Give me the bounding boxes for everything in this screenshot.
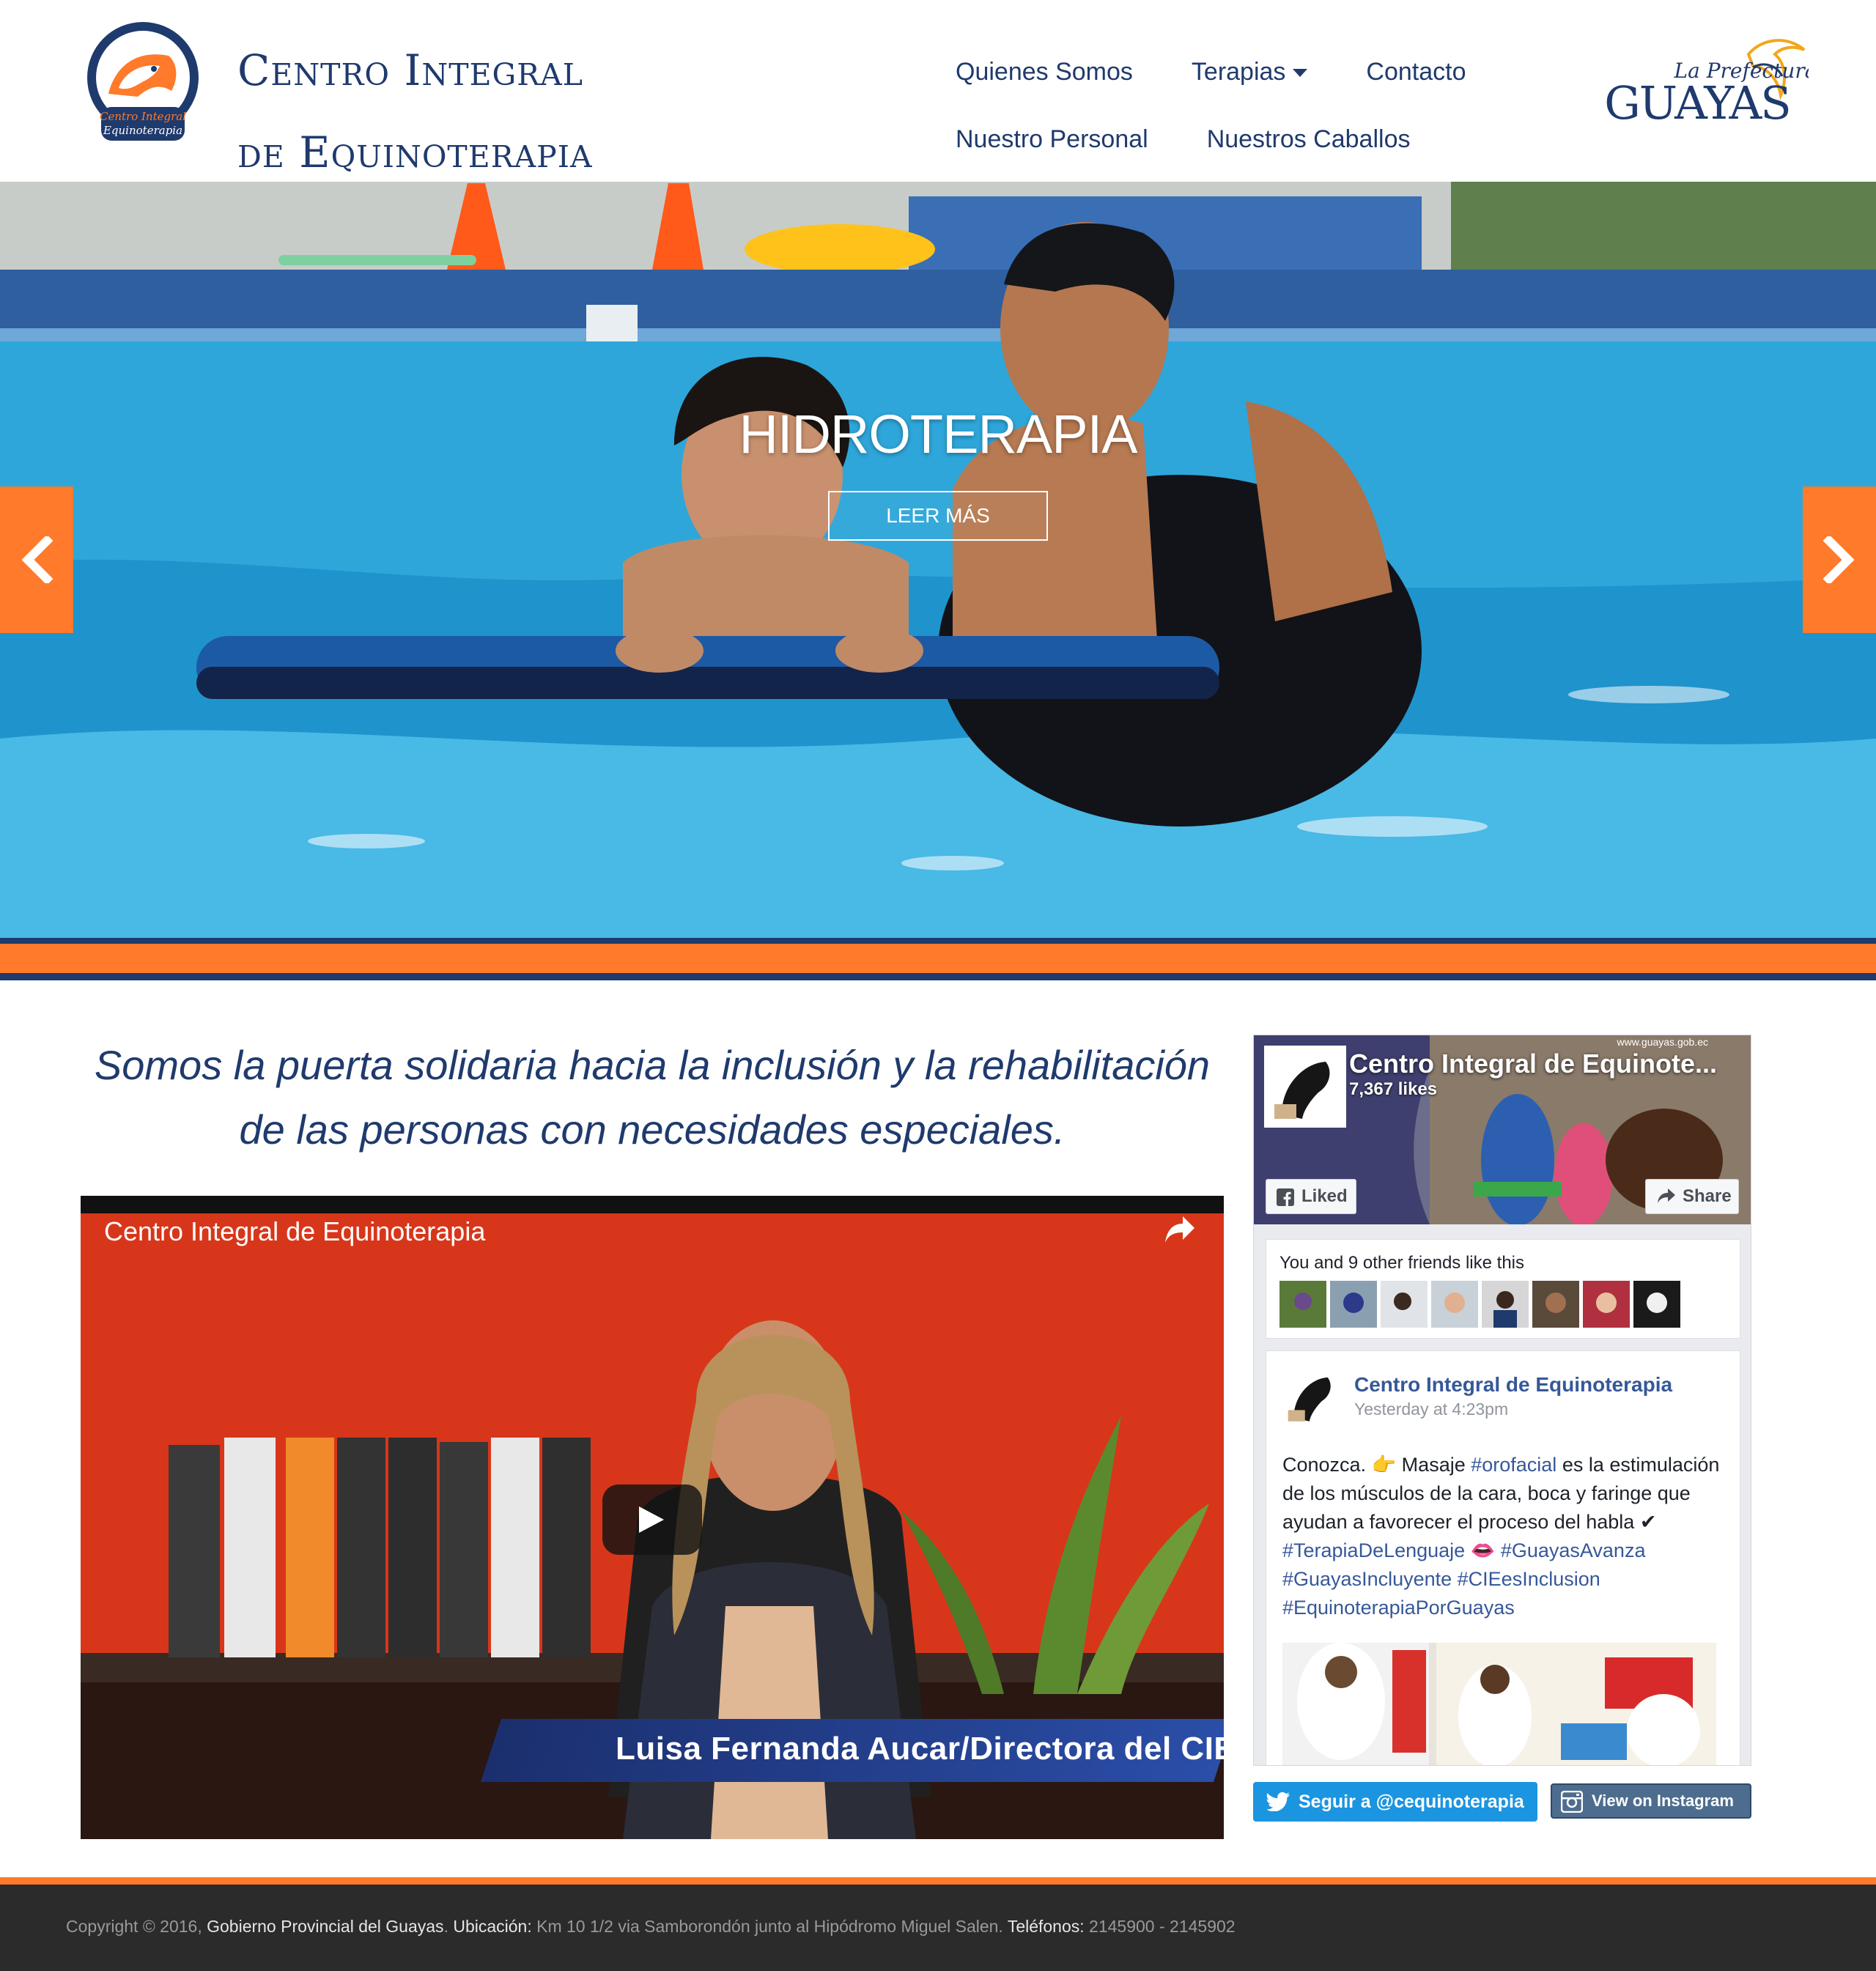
footer-copyright: Copyright © 2016, [66, 1917, 207, 1936]
page-avatar-image [1267, 1049, 1343, 1125]
footer-org-link[interactable]: Gobierno Provincial del Guayas [207, 1917, 443, 1936]
main-nav: Quienes Somos Terapias Contacto Nuestro … [956, 38, 1513, 173]
nav-item-terapias[interactable]: Terapias [1192, 58, 1308, 86]
lower-third-caption: Luisa Fernanda Aucar/Directora del CIE [616, 1731, 1224, 1767]
twitter-bird-icon [1266, 1792, 1290, 1811]
site-title[interactable]: Centro Integral de Equinoterapia [237, 29, 593, 193]
footer-location-label: Ubicación: [453, 1917, 532, 1936]
footer-location-value: Km 10 1/2 via Samborondón junto al Hipód… [531, 1917, 1008, 1936]
hashtag-link[interactable]: #TerapiaDeLenguaje [1282, 1539, 1465, 1561]
hero-carousel: HIDROTERAPIA LEER MÁS [0, 182, 1876, 938]
carousel-prev-button[interactable] [0, 487, 73, 633]
facebook-post-photo[interactable] [1282, 1643, 1716, 1766]
facebook-page-widget: www.guayas.gob.ec Centro Integral de Equ… [1253, 1035, 1751, 1766]
facebook-post-text: Conozca. 👉 Masaje #orofacial es la estim… [1282, 1451, 1729, 1622]
friend-avatar[interactable] [1482, 1281, 1529, 1328]
footer-separator: . [443, 1917, 454, 1936]
facebook-post-author[interactable]: Centro Integral de Equinoterapia [1354, 1373, 1672, 1397]
share-arrow-icon [1658, 1188, 1675, 1203]
friend-avatar[interactable] [1431, 1281, 1478, 1328]
facebook-post-avatar[interactable] [1282, 1367, 1341, 1426]
friend-avatar[interactable] [1633, 1281, 1680, 1328]
carousel-next-button[interactable] [1803, 487, 1876, 633]
instagram-label: View on Instagram [1592, 1791, 1734, 1810]
mission-tagline: Somos la puerta solidaria hacia la inclu… [94, 1042, 1211, 1153]
friend-avatar[interactable] [1381, 1281, 1428, 1328]
friend-avatar[interactable] [1330, 1281, 1377, 1328]
footer-phone-value: 2145900 - 2145902 [1084, 1917, 1236, 1936]
prefectura-guayas-logo[interactable]: La Prefectura GUAYAS [1602, 32, 1809, 127]
read-more-button[interactable]: LEER MÁS [828, 491, 1048, 541]
site-header: Centro Integral Equinoterapia Centro Int… [0, 0, 1876, 182]
hashtag-link[interactable]: #orofacial [1471, 1454, 1556, 1476]
divider-orange [0, 944, 1876, 973]
footer-info: Copyright © 2016, Gobierno Provincial de… [66, 1917, 1236, 1937]
facebook-friend-avatars [1279, 1281, 1684, 1328]
facebook-liked-button[interactable]: Liked [1266, 1179, 1356, 1214]
facebook-page-name[interactable]: Centro Integral de Equinote... [1349, 1049, 1717, 1079]
video-title[interactable]: Centro Integral de Equinoterapia [104, 1216, 485, 1247]
footer-accent-line [0, 1877, 1876, 1885]
svg-text:Centro Integral: Centro Integral [100, 110, 186, 123]
divider-blue-bottom [0, 973, 1876, 980]
nav-row-2: Nuestro Personal Nuestros Caballos [956, 106, 1513, 173]
cie-logo[interactable]: Centro Integral Equinoterapia [86, 21, 199, 147]
chevron-left-icon [21, 536, 53, 583]
facebook-share-button[interactable]: Share [1645, 1179, 1739, 1214]
hero-photo [0, 182, 1876, 938]
chevron-right-icon [1823, 536, 1855, 583]
nav-item-quienes-somos[interactable]: Quienes Somos [956, 58, 1133, 86]
nav-item-nuestro-personal[interactable]: Nuestro Personal [956, 125, 1148, 154]
caret-down-icon [1293, 69, 1308, 78]
hero-slide-title: HIDROTERAPIA [739, 404, 1137, 465]
facebook-liked-label: Liked [1301, 1186, 1348, 1206]
friend-avatar[interactable] [1279, 1281, 1326, 1328]
facebook-friends-text: You and 9 other friends like this [1279, 1253, 1524, 1273]
youtube-video-embed[interactable]: Centro Integral de Equinoterapia Luisa F… [81, 1196, 1224, 1839]
instagram-button[interactable]: View on Instagram [1551, 1783, 1751, 1819]
post-text-part: 👄 [1465, 1539, 1501, 1561]
facebook-icon [1277, 1188, 1294, 1206]
facebook-page-avatar[interactable] [1264, 1046, 1346, 1128]
svg-text:GUAYAS: GUAYAS [1604, 76, 1790, 127]
video-play-button[interactable] [602, 1484, 702, 1555]
friend-avatar[interactable] [1532, 1281, 1579, 1328]
facebook-post: Centro Integral de Equinoterapia Yesterd… [1266, 1350, 1740, 1766]
play-icon [639, 1506, 664, 1533]
site-footer: Copyright © 2016, Gobierno Provincial de… [0, 1885, 1876, 1971]
facebook-post-time[interactable]: Yesterday at 4:23pm [1354, 1399, 1508, 1419]
nav-item-contacto[interactable]: Contacto [1366, 58, 1466, 86]
nav-item-nuestros-caballos[interactable]: Nuestros Caballos [1207, 125, 1411, 154]
footer-phone-label: Teléfonos: [1007, 1917, 1085, 1936]
page-avatar-image [1282, 1367, 1341, 1426]
svg-text:Equinoterapia: Equinoterapia [103, 124, 182, 137]
facebook-share-label: Share [1683, 1186, 1732, 1206]
instagram-icon [1561, 1791, 1583, 1813]
site-title-line1: Centro Integral [237, 45, 583, 95]
friend-avatar[interactable] [1583, 1281, 1630, 1328]
facebook-like-count: 7,367 likes [1349, 1079, 1438, 1099]
nav-row-1: Quienes Somos Terapias Contacto [956, 38, 1513, 106]
svg-text:www.guayas.gob.ec: www.guayas.gob.ec [1616, 1036, 1708, 1048]
twitter-follow-button[interactable]: Seguir a @cequinoterapia [1253, 1782, 1537, 1822]
post-text-part: Conozca. 👉 Masaje [1282, 1454, 1471, 1476]
nav-item-terapias-label: Terapias [1191, 57, 1286, 86]
twitter-follow-label: Seguir a @cequinoterapia [1299, 1791, 1524, 1812]
divider-blue-top [0, 938, 1876, 944]
share-arrow-icon[interactable] [1164, 1215, 1196, 1244]
facebook-friends-box: You and 9 other friends like this [1266, 1239, 1740, 1339]
facebook-cover[interactable]: www.guayas.gob.ec Centro Integral de Equ… [1254, 1035, 1751, 1224]
